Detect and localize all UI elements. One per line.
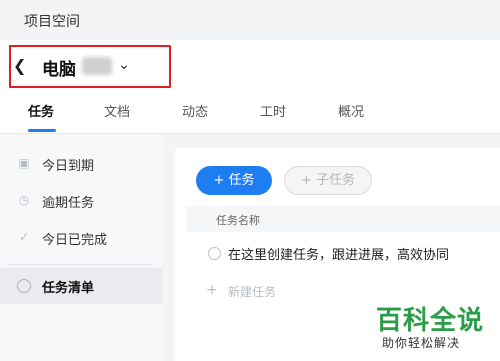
task-table-header: 任务名称 <box>186 206 500 232</box>
calendar-icon: ▣ <box>18 156 30 170</box>
add-subtask-button[interactable]: + 子任务 <box>284 166 372 195</box>
sidebar: ▣ 今日到期 ◷ 逾期任务 ✓ 今日已完成 任务清单 <box>0 134 162 361</box>
watermark-title: 百科全说 <box>376 306 485 336</box>
sidebar-item-label: 任务清单 <box>42 281 95 296</box>
column-header-task-name: 任务名称 <box>216 214 260 227</box>
app-title: 项目空间 <box>24 14 80 30</box>
add-task-button[interactable]: + 任务 <box>196 166 272 195</box>
highlight-annotation-box <box>9 45 171 88</box>
sidebar-item-label: 逾期任务 <box>42 196 95 211</box>
task-title: 在这里创建任务，跟进进展，高效协同 <box>228 248 450 263</box>
sidebar-item-completed-today[interactable]: ✓ 今日已完成 <box>0 220 162 256</box>
tab-docs[interactable]: 文档 <box>104 101 130 120</box>
top-bar: 项目空间 <box>0 0 500 40</box>
tab-worktime[interactable]: 工时 <box>260 101 286 120</box>
check-circle-icon: ✓ <box>18 230 30 244</box>
task-checkbox[interactable] <box>208 247 221 260</box>
sidebar-item-label: 今日到期 <box>42 159 95 174</box>
tab-overview[interactable]: 概况 <box>338 101 364 120</box>
sidebar-item-overdue[interactable]: ◷ 逾期任务 <box>0 183 162 219</box>
circle-icon <box>17 279 31 293</box>
clock-icon: ◷ <box>18 193 30 207</box>
tab-activity[interactable]: 动态 <box>182 101 208 120</box>
active-tab-indicator <box>28 129 56 132</box>
sidebar-item-label: 今日已完成 <box>42 233 108 248</box>
plus-icon: + <box>206 282 218 298</box>
watermark-subtitle: 助你轻松解决 <box>382 336 461 350</box>
tab-tasks[interactable]: 任务 <box>28 101 54 120</box>
table-row[interactable]: 在这里创建任务，跟进进展，高效协同 <box>186 238 500 268</box>
sidebar-divider <box>8 264 152 265</box>
sidebar-item-due-today[interactable]: ▣ 今日到期 <box>0 146 162 182</box>
new-task-label: 新建任务 <box>228 285 277 299</box>
tab-bar: 任务 文档 动态 工时 概况 <box>0 92 500 134</box>
sidebar-item-task-list[interactable]: 任务清单 <box>0 268 162 304</box>
watermark-logo: 百科全说 助你轻松解决 <box>376 300 494 356</box>
